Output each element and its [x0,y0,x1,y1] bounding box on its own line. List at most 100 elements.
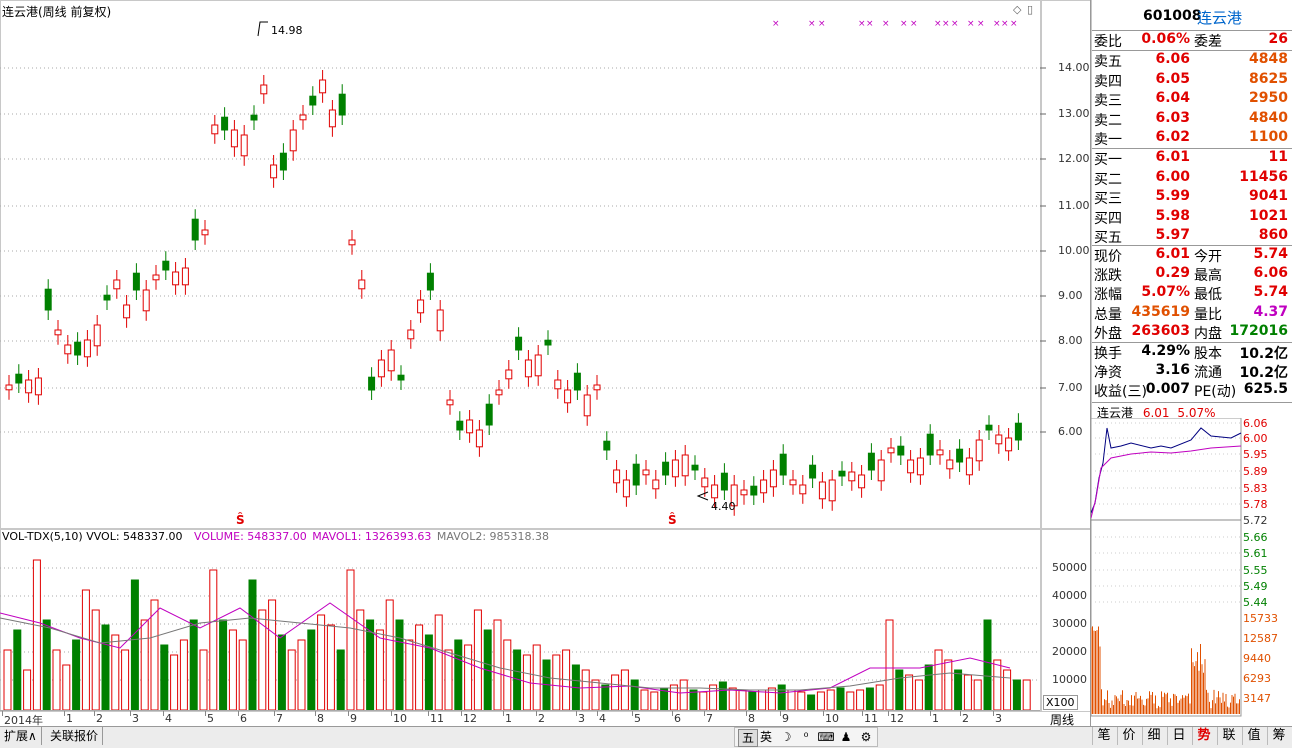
candle-body [614,470,620,483]
volume-bar [122,650,129,710]
volume-bar [592,680,599,710]
stat-label: 今开 [1194,246,1222,266]
side-tab[interactable]: 价 [1117,727,1140,745]
ime-button[interactable]: 英 [757,729,775,745]
mini-price-label: 5.44 [1243,596,1268,609]
candle-body [829,480,835,501]
buy-level-row[interactable]: 买四 5.98 1021 [1092,208,1292,227]
kline-window: 连云港(周线 前复权) ◇ ▯ × × × × × × × × × × × × × × × × 14.98 4… [0,0,1292,747]
sell-level-row[interactable]: 卖三 6.04 2950 [1092,90,1292,109]
candle-body [986,425,992,430]
row-label: 卖四 [1094,71,1122,91]
row-price: 6.01 [1155,149,1190,165]
weibi-row: 委比 0.06% 委差 26 [1092,31,1292,50]
volume-bar [327,625,334,710]
fundamental-row: 收益(三) 0.007 PE(动) 625.5 [1092,381,1292,400]
ime-button[interactable]: ☽ [777,729,795,745]
candle-body [506,370,512,379]
volume-axis-label: 50000 [1052,561,1087,574]
stat-label: 收益(三) [1094,381,1147,401]
min-arrow [698,492,708,500]
sell-level-row[interactable]: 卖一 6.02 1100 [1092,129,1292,148]
ime-button[interactable]: ⚙ [857,729,875,745]
volume-bar [465,645,472,710]
fundamental-row: 换手 4.29% 股本 10.2亿 [1092,343,1292,362]
candle-body [271,165,277,178]
volume-bar [847,692,854,710]
volume-bar [269,600,276,710]
candle-body [966,458,972,475]
volume-bar [1023,680,1030,710]
time-axis-label: 1 [932,712,939,725]
candle-body [888,448,894,453]
candle-body [780,454,786,475]
sell-level-row[interactable]: 卖二 6.03 4840 [1092,110,1292,129]
signal-cross: × [993,19,1001,29]
time-axis-label: 2 [96,712,103,725]
volume-bar [749,692,756,710]
buy-level-row[interactable]: 买五 5.97 860 [1092,227,1292,246]
buy-level-row[interactable]: 买二 6.00 11456 [1092,169,1292,188]
price-axis-label: 8.00 [1058,334,1083,347]
volume-bar [621,670,628,710]
side-tab[interactable]: 笔 [1092,727,1115,745]
mini-volume-label: 12587 [1243,632,1278,645]
side-tab[interactable]: 联 [1217,727,1240,745]
side-tab[interactable]: 势 [1192,727,1215,745]
side-tab[interactable]: 日 [1167,727,1190,745]
side-tab[interactable]: 筹 [1267,727,1290,745]
candle-body [408,330,414,339]
candle-body [398,375,404,380]
ime-button[interactable]: 五 [738,729,758,747]
signal-cross: × [858,19,866,29]
volume-bar [700,692,707,710]
volume-header: VOL-TDX(5,10) VVOL: 548337.00 VOLUME: 54… [2,530,549,543]
sell-level-row[interactable]: 卖五 6.06 4848 [1092,51,1292,70]
buy-level-row[interactable]: 买三 5.99 9041 [1092,188,1292,207]
time-tick [632,711,633,716]
volume-bar [318,615,325,710]
side-tab[interactable]: 细 [1142,727,1165,745]
candle-body [908,460,914,473]
stat-label: PE(动) [1194,381,1236,401]
stat-row: 涨跌 0.29 最高 6.06 [1092,265,1292,284]
volume-axis-label: 20000 [1052,645,1087,658]
buy-level-row[interactable]: 买一 6.01 11 [1092,149,1292,168]
volume-bar [857,690,864,710]
candle-body [976,440,982,461]
time-axis-label: 3 [132,712,139,725]
ime-button[interactable]: ♟ [837,729,855,745]
candle-body [496,390,502,395]
candle-body [535,355,541,376]
candle-body [320,80,326,93]
candle-body [917,458,923,475]
candle-body [84,340,90,357]
candle-body [957,449,963,462]
price-axis-label: 12.00 [1058,152,1090,165]
related-quote-tab[interactable]: 关联报价 [46,727,103,745]
expand-tab[interactable]: 扩展∧ [0,727,42,745]
volume-bar [612,675,619,710]
volume-bar [994,660,1001,710]
candle-body [672,460,678,477]
candle-body [849,472,855,481]
signal-cross: × [772,19,780,29]
candle-body [6,385,12,390]
time-axis-label: 11 [864,712,878,725]
time-axis-label: 12 [890,712,904,725]
signal-marker: Ŝ [668,513,677,527]
side-tab[interactable]: 值 [1242,727,1265,745]
time-axis-label: 6 [240,712,247,725]
ime-button[interactable]: ⌨ [817,729,835,745]
volume-bar [729,688,736,710]
ime-button[interactable]: ⁰ [797,729,815,745]
volume-bar [24,670,31,710]
sell-level-row[interactable]: 卖四 6.05 8625 [1092,71,1292,90]
stat-value: 10.2亿 [1239,343,1288,363]
time-axis-bar [0,710,1040,727]
row-label: 买一 [1094,149,1122,169]
candle-body [721,473,727,490]
volume-bar [915,680,922,710]
weibi-value: 0.06% [1141,31,1190,47]
volume-bar [1013,680,1020,710]
